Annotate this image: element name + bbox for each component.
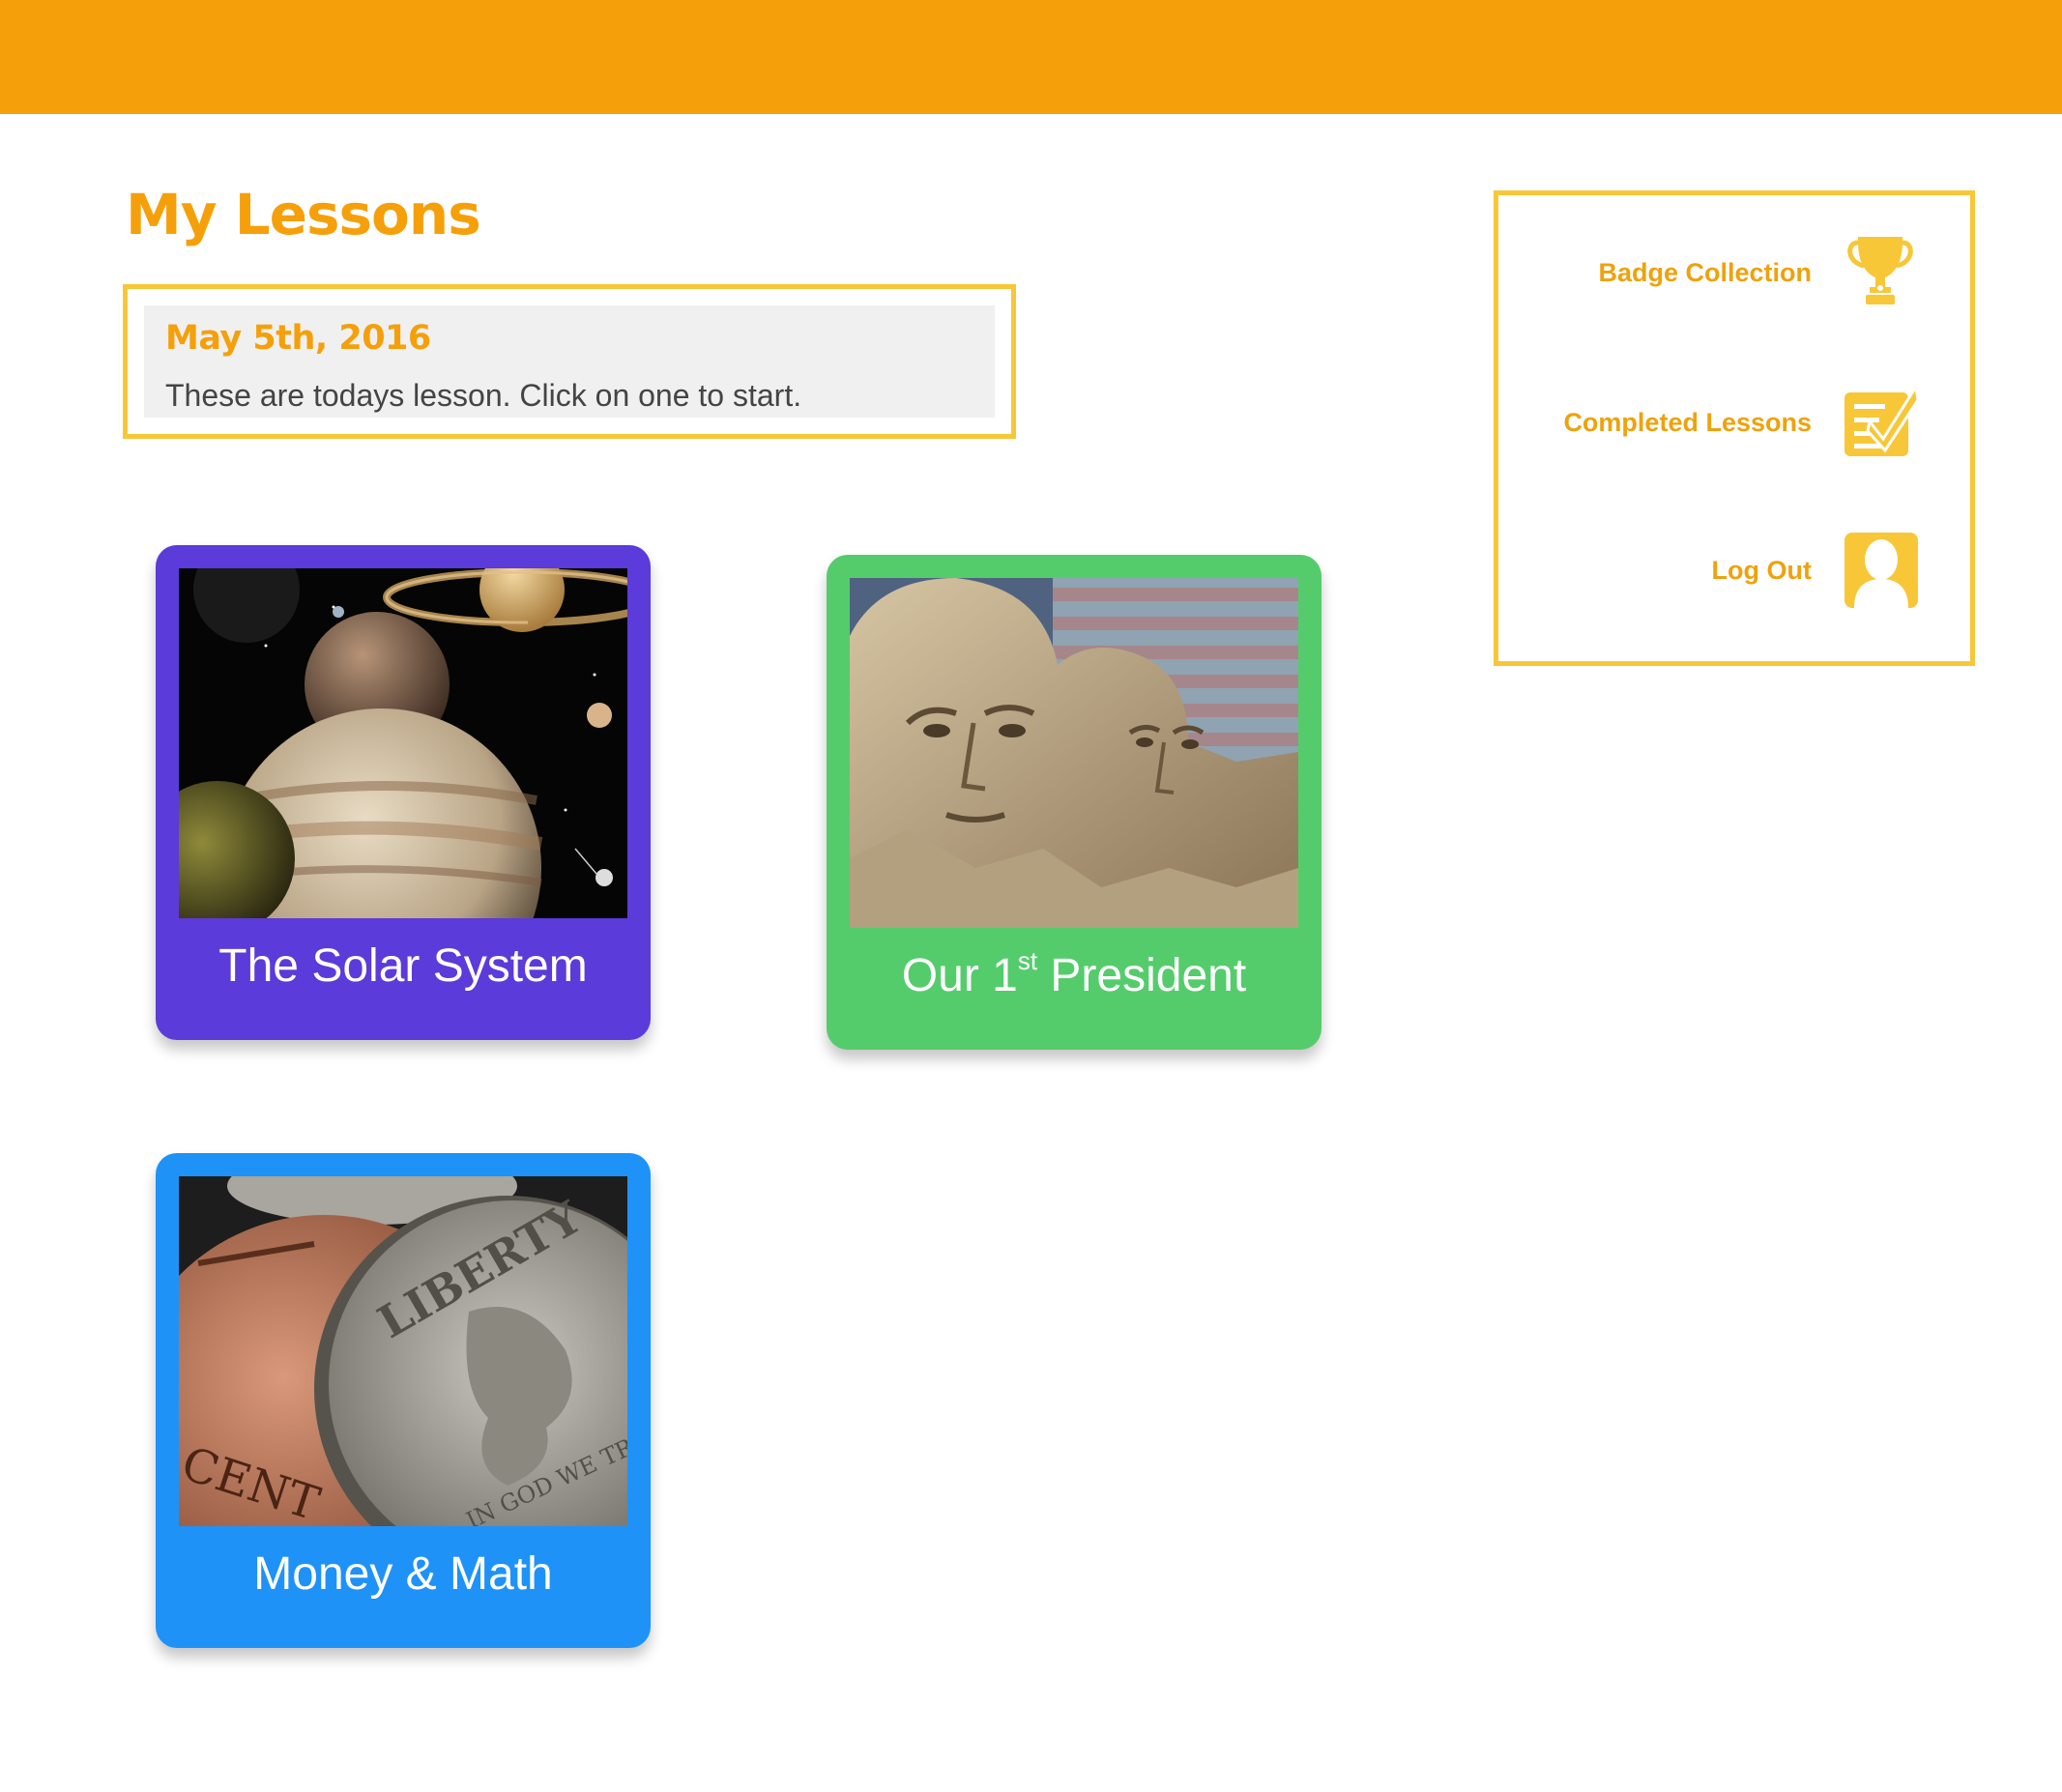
lesson-title-suffix: President — [1037, 950, 1247, 1001]
lesson-title-prefix: Our 1 — [901, 950, 1018, 1001]
completed-lessons-link[interactable]: Completed Lessons — [1563, 383, 1920, 461]
today-lesson-panel: May 5th, 2016 These are todays lesson. C… — [144, 305, 995, 418]
side-menu: Badge Collection Completed Lessons Log O… — [1494, 190, 1975, 666]
lesson-card-solar-system[interactable]: The Solar System — [156, 545, 651, 1040]
lesson-card-first-president[interactable]: Our 1st President — [827, 555, 1321, 1050]
log-out-link[interactable]: Log Out — [1712, 532, 1920, 609]
top-bar — [0, 0, 2062, 114]
lesson-date: May 5th, 2016 — [165, 319, 431, 358]
page-title: My Lessons — [126, 182, 481, 247]
lesson-title-ordinal: st — [1017, 946, 1038, 975]
completed-lessons-label: Completed Lessons — [1563, 407, 1812, 437]
user-icon — [1844, 533, 1918, 608]
checklist-icon — [1844, 383, 1920, 456]
mount-rushmore-image — [850, 578, 1298, 928]
lesson-card-money-math[interactable]: CENT LIBERTY IN GOD WE TRUST Money & Mat… — [156, 1153, 651, 1648]
log-out-label: Log Out — [1711, 555, 1812, 585]
trophy-icon — [1847, 237, 1913, 304]
lesson-title: Money & Math — [253, 1548, 553, 1600]
planets-image — [179, 568, 627, 918]
today-lesson-box: May 5th, 2016 These are todays lesson. C… — [123, 284, 1016, 439]
lesson-title: Our 1st President — [827, 946, 1321, 1002]
badge-collection-label: Badge Collection — [1598, 257, 1812, 287]
lesson-title: The Solar System — [218, 940, 588, 992]
badge-collection-link[interactable]: Badge Collection — [1598, 234, 1920, 311]
lesson-instructions: These are todays lesson. Click on one to… — [165, 378, 802, 413]
coins-image: CENT LIBERTY IN GOD WE TRUST — [179, 1176, 627, 1526]
